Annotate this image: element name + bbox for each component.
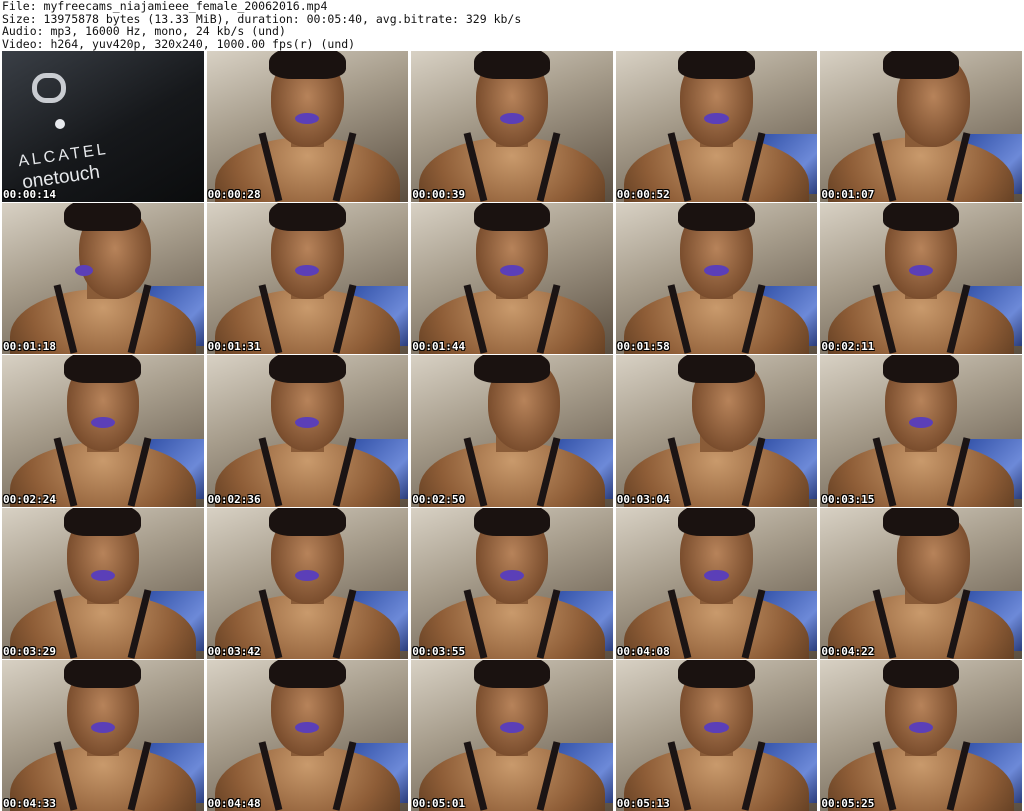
thumbnail: 00:02:36 (206, 355, 409, 507)
phone-camera-icon (32, 73, 66, 103)
timestamp: 00:04:48 (207, 796, 261, 810)
thumbnail: 00:04:33 (2, 659, 204, 811)
thumbnail: 00:03:04 (615, 355, 818, 507)
thumbnail: 00:05:01 (411, 659, 613, 811)
thumbnail: 00:01:31 (206, 203, 409, 355)
timestamp: 00:02:11 (821, 340, 875, 354)
timestamp: 00:02:24 (3, 492, 56, 506)
timestamp: 00:04:08 (616, 644, 670, 658)
thumbnail: 00:02:50 (411, 355, 613, 507)
file-info-header: File: myfreecams_niajamieee_female_20062… (2, 0, 1020, 50)
thumbnail: 00:04:48 (206, 659, 409, 811)
timestamp: 00:01:58 (616, 340, 670, 354)
timestamp: 00:02:36 (207, 492, 261, 506)
thumbnail: ALCATEL onetouch 00:00:14 (2, 51, 204, 203)
timestamp: 00:04:22 (821, 644, 875, 658)
thumbnail: 00:01:58 (615, 203, 818, 355)
timestamp: 00:05:01 (412, 796, 466, 810)
thumbnail: 00:05:25 (820, 659, 1022, 811)
thumbnail: 00:00:39 (411, 51, 613, 203)
timestamp: 00:03:55 (412, 644, 466, 658)
timestamp: 00:03:04 (616, 492, 670, 506)
thumbnail: 00:03:15 (820, 355, 1022, 507)
audio-line: Audio: mp3, 16000 Hz, mono, 24 kb/s (und… (2, 24, 286, 38)
timestamp: 00:03:42 (207, 644, 261, 658)
timestamp: 00:03:15 (821, 492, 875, 506)
timestamp: 00:01:18 (3, 340, 56, 354)
timestamp: 00:02:50 (412, 492, 466, 506)
thumbnail: 00:00:52 (615, 51, 818, 203)
video-line: Video: h264, yuv420p, 320x240, 1000.00 f… (2, 36, 356, 51)
timestamp: 00:03:29 (3, 644, 56, 658)
timestamp: 00:00:28 (207, 188, 261, 202)
timestamp: 00:05:13 (616, 796, 670, 810)
timestamp: 00:05:25 (821, 796, 875, 810)
timestamp: 00:04:33 (3, 796, 56, 810)
timestamp: 00:00:39 (412, 188, 466, 202)
thumbnail: 00:02:11 (820, 203, 1022, 355)
thumbnail-grid: ALCATEL onetouch 00:00:14 00:00:28 00:00… (2, 51, 1022, 811)
file-line: File: myfreecams_niajamieee_female_20062… (2, 0, 328, 13)
thumbnail: 00:05:13 (615, 659, 818, 811)
timestamp: 00:00:14 (3, 188, 56, 202)
thumbnail: 00:04:22 (820, 507, 1022, 659)
timestamp: 00:01:44 (412, 340, 466, 354)
thumbnail: 00:03:55 (411, 507, 613, 659)
thumbnail: 00:02:24 (2, 355, 204, 507)
timestamp: 00:01:31 (207, 340, 261, 354)
thumbnail: 00:00:28 (206, 51, 409, 203)
thumbnail: 00:01:18 (2, 203, 204, 355)
timestamp: 00:00:52 (616, 188, 670, 202)
thumbnail: 00:03:29 (2, 507, 204, 659)
thumbnail: 00:04:08 (615, 507, 818, 659)
timestamp: 00:01:07 (821, 188, 875, 202)
phone-flash-icon (55, 119, 65, 129)
thumbnail: 00:01:44 (411, 203, 613, 355)
thumbnail: 00:01:07 (820, 51, 1022, 203)
thumbnail: 00:03:42 (206, 507, 409, 659)
